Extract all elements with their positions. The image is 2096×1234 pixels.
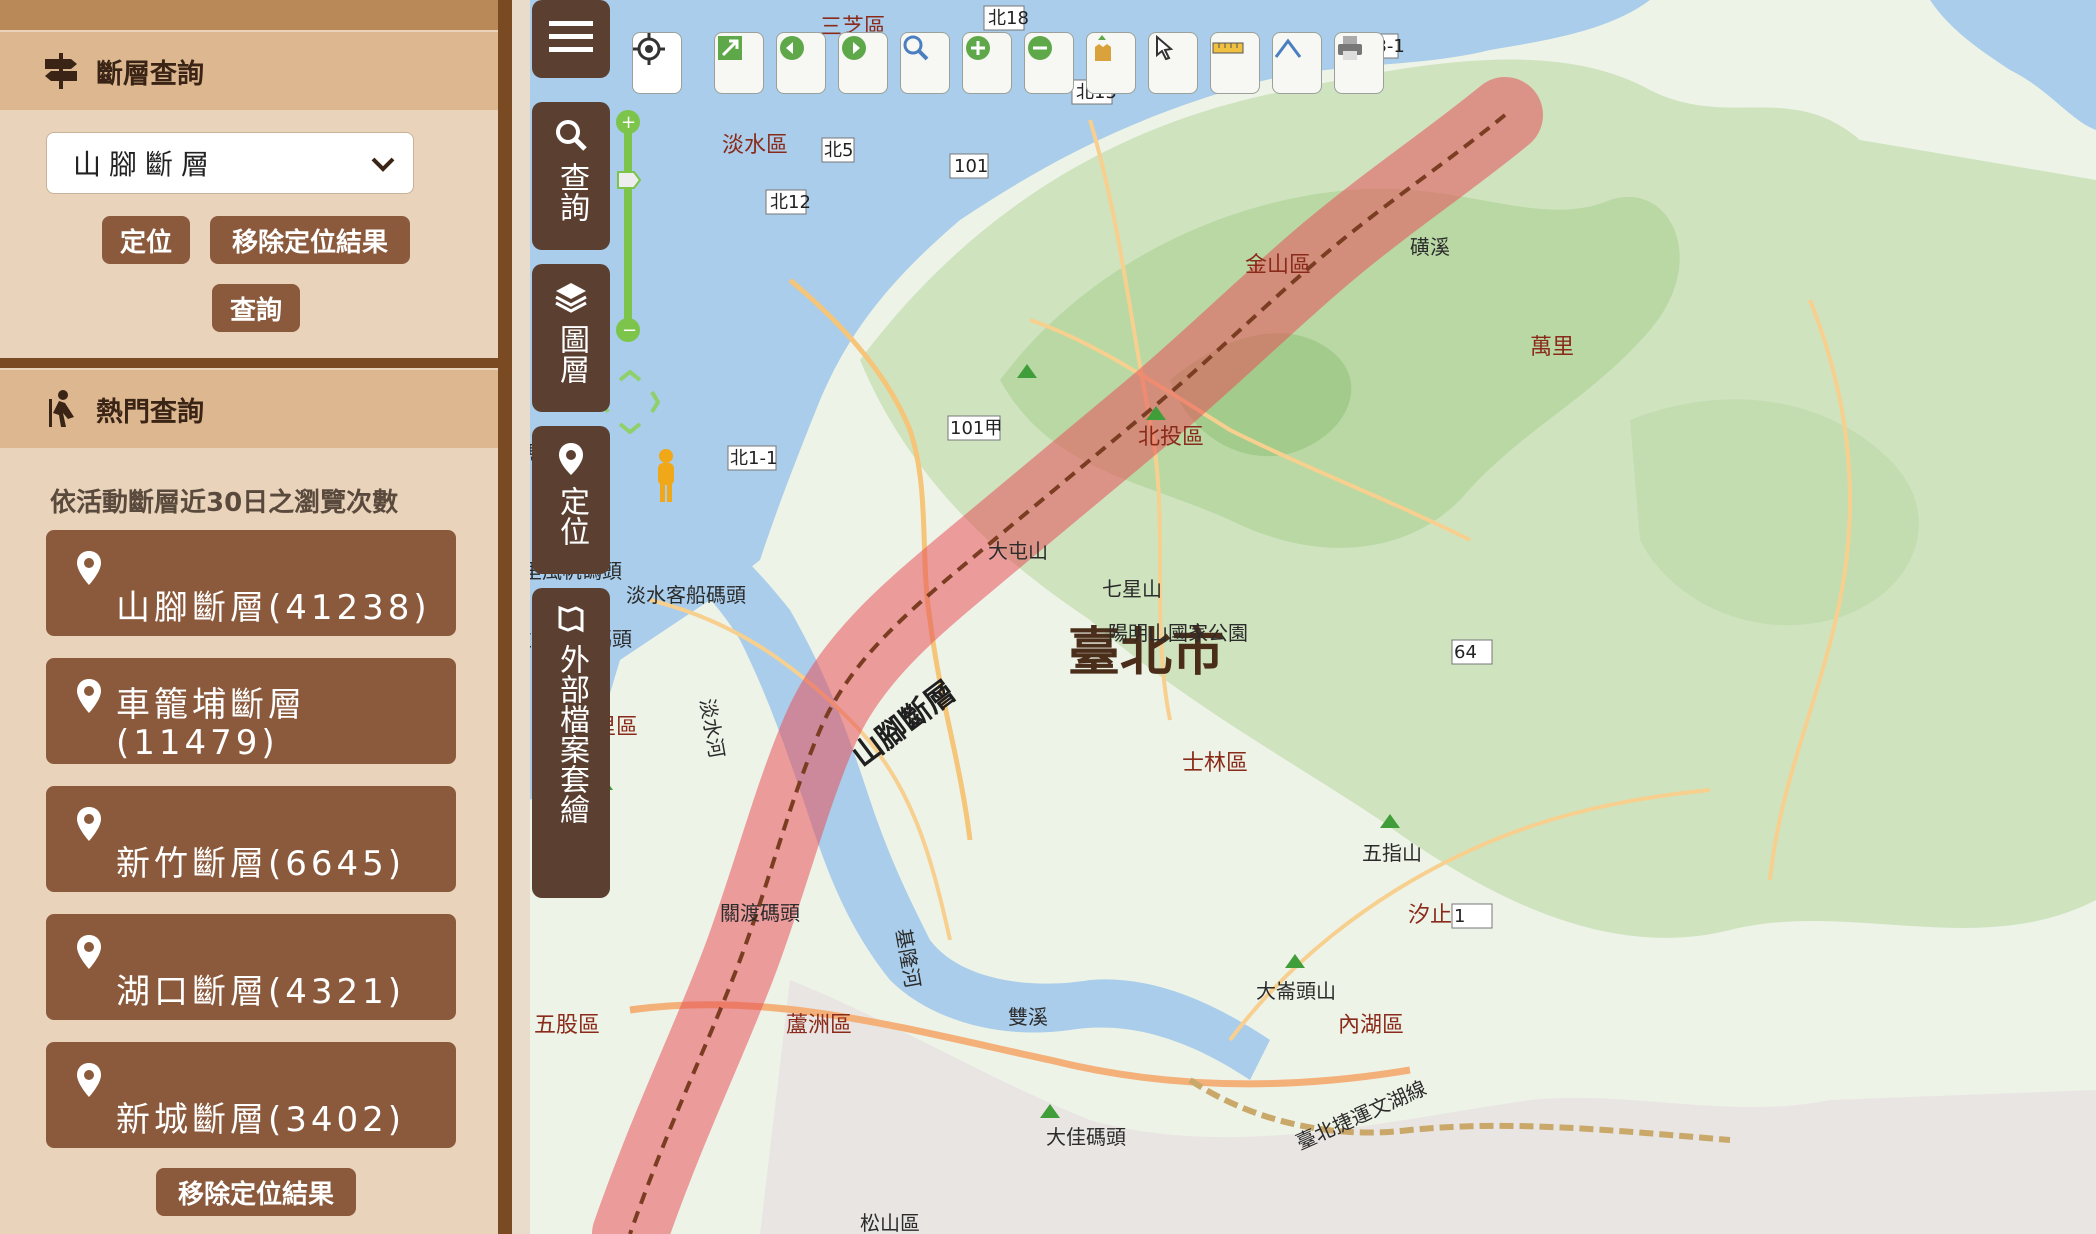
nav-layers-label: 圖層 xyxy=(554,324,589,384)
map-svg: 臺北市 山腳斷層 淡水區 金山區 北投區 八里區 士林區 汐止區 內湖區 蘆洲區… xyxy=(530,0,2096,1234)
search-icon xyxy=(554,118,588,156)
svg-text:+: + xyxy=(621,112,636,133)
fault-query-title: 斷層查詢 xyxy=(96,58,204,90)
popular-item-label: 山腳斷層(41238) xyxy=(116,588,431,628)
popular-item-label: 新竹斷層(6645) xyxy=(116,844,406,884)
district-label: 萬里 xyxy=(1530,335,1574,360)
zoom-out-icon[interactable] xyxy=(1024,32,1074,94)
nav-locate-label: 定位 xyxy=(554,486,589,546)
fault-select[interactable]: 山腳斷層 xyxy=(46,132,414,194)
locate-icon[interactable] xyxy=(632,32,682,94)
hamburger-icon xyxy=(549,17,593,61)
road-label: 1 xyxy=(1454,906,1465,927)
forward-icon[interactable] xyxy=(838,32,888,94)
place-label: 七星山 xyxy=(1102,577,1162,601)
map-outline-icon xyxy=(556,604,586,638)
place-label: 大佳碼頭 xyxy=(1046,1125,1126,1149)
nav-locate-button[interactable]: 定位 xyxy=(532,426,610,574)
district-label: 金山區 xyxy=(1245,253,1311,278)
road-label: 101甲 xyxy=(950,418,1002,439)
svg-text:−: − xyxy=(622,320,637,341)
popular-title: 熱門查詢 xyxy=(96,396,204,428)
road-label: 北12 xyxy=(770,192,811,213)
pegman-icon[interactable] xyxy=(652,448,680,504)
popular-item[interactable]: 車籠埔斷層(11479) xyxy=(46,658,456,764)
road-label: 北1-1 xyxy=(730,448,777,469)
popular-item[interactable]: 新城斷層(3402) xyxy=(46,1042,456,1148)
nav-layers-button[interactable]: 圖層 xyxy=(532,264,610,412)
popular-remove-button[interactable]: 移除定位結果 xyxy=(156,1168,356,1216)
section-divider xyxy=(0,358,498,368)
district-label: 五股區 xyxy=(534,1013,600,1038)
fault-select-value: 山腳斷層 xyxy=(73,148,218,181)
place-label: 磺溪 xyxy=(1410,235,1450,259)
popular-item-label: 新城斷層(3402) xyxy=(116,1100,406,1140)
place-label: 關渡碼頭 xyxy=(720,901,800,925)
chevron-down-icon xyxy=(369,150,397,185)
print-icon[interactable] xyxy=(1334,32,1384,94)
left-panel: 斷層查詢 山腳斷層 定位 移除定位結果 查詢 熱門查詢 依活動斷層近30日之瀏覽… xyxy=(0,0,512,1234)
menu-button[interactable] xyxy=(532,0,610,78)
full-extent-icon[interactable] xyxy=(714,32,764,94)
road-label: 101 xyxy=(954,156,988,177)
map-canvas[interactable]: 臺北市 山腳斷層 淡水區 金山區 北投區 八里區 士林區 汐止區 內湖區 蘆洲區… xyxy=(530,0,2096,1234)
layers-icon xyxy=(554,280,588,318)
popular-hint: 依活動斷層近30日之瀏覽次數 xyxy=(50,488,399,518)
zoom-in-icon[interactable] xyxy=(962,32,1012,94)
back-icon[interactable] xyxy=(776,32,826,94)
place-label: 松山區 xyxy=(860,1211,920,1234)
signpost-icon xyxy=(40,50,82,92)
popular-item[interactable]: 湖口斷層(4321) xyxy=(46,914,456,1020)
district-label: 北投區 xyxy=(1138,425,1204,450)
pan-icon[interactable] xyxy=(1086,32,1136,94)
place-label: 陽明山國家公園 xyxy=(1108,621,1248,645)
query-button[interactable]: 查詢 xyxy=(212,284,300,332)
place-label: 雙溪 xyxy=(1008,1005,1048,1029)
nav-external-button[interactable]: 外部檔案套繪 xyxy=(532,588,610,898)
place-label: 五指山 xyxy=(1362,841,1422,865)
road-label: 北5 xyxy=(824,140,853,161)
map-pin-icon xyxy=(76,1062,102,1102)
road-label: 64 xyxy=(1454,642,1477,663)
district-label: 蘆洲區 xyxy=(786,1013,852,1038)
place-label: 淡水客船碼頭 xyxy=(626,583,746,607)
road-label: 北18 xyxy=(988,8,1029,29)
popular-item[interactable]: 山腳斷層(41238) xyxy=(46,530,456,636)
popular-item-label: 車籠埔斷層(11479) xyxy=(116,685,306,763)
select-icon[interactable] xyxy=(1148,32,1198,94)
remove-locate-button[interactable]: 移除定位結果 xyxy=(210,216,410,264)
popular-item[interactable]: 新竹斷層(6645) xyxy=(46,786,456,892)
nav-search-button[interactable]: 查詢 xyxy=(532,102,610,250)
map-pin-icon xyxy=(76,550,102,590)
district-label: 內湖區 xyxy=(1338,1013,1404,1038)
measure-icon[interactable] xyxy=(1210,32,1260,94)
fault-query-header: 斷層查詢 xyxy=(0,32,498,110)
locate-button[interactable]: 定位 xyxy=(102,216,190,264)
map-pin-icon xyxy=(76,934,102,974)
zoom-box-icon[interactable] xyxy=(900,32,950,94)
district-label: 士林區 xyxy=(1182,751,1248,776)
popular-header: 熱門查詢 xyxy=(0,370,498,448)
profile-icon[interactable] xyxy=(1272,32,1322,94)
header-decoration xyxy=(0,0,498,30)
map-pin-icon xyxy=(76,806,102,846)
zoom-slider[interactable]: + − xyxy=(614,108,642,344)
popular-item-label: 湖口斷層(4321) xyxy=(116,972,406,1012)
place-label: 大屯山 xyxy=(988,539,1048,563)
map-pin-icon xyxy=(76,678,102,718)
district-label: 淡水區 xyxy=(722,133,788,158)
nav-search-label: 查詢 xyxy=(554,162,589,222)
nav-external-label: 外部檔案套繪 xyxy=(554,644,589,824)
hiker-icon xyxy=(40,388,82,430)
place-label: 大崙頭山 xyxy=(1256,979,1336,1003)
map-pin-icon xyxy=(558,442,584,480)
